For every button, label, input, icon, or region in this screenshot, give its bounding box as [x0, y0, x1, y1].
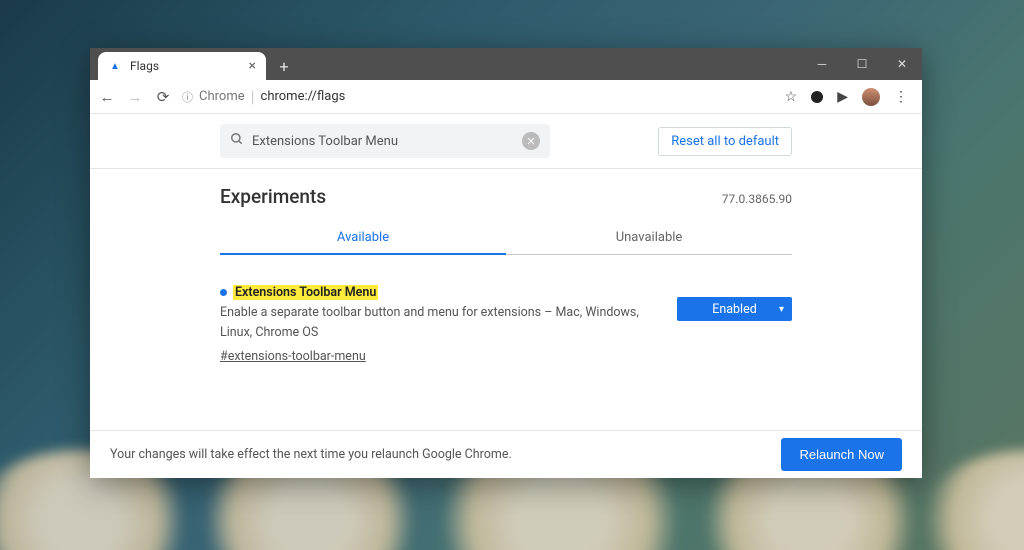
search-value: Extensions Toolbar Menu	[252, 134, 514, 149]
tab-available[interactable]: Available	[220, 222, 506, 255]
close-window-button[interactable]: ✕	[882, 48, 922, 80]
window-controls: ─ ☐ ✕	[802, 48, 922, 80]
reset-all-button[interactable]: Reset all to default	[658, 127, 792, 156]
minimize-button[interactable]: ─	[802, 48, 842, 80]
site-info-icon[interactable]: ⓘ	[182, 89, 193, 105]
flag-hash-link[interactable]: #extensions-toolbar-menu	[220, 347, 366, 367]
address-bar[interactable]: ⓘ Chrome | chrome://flags	[182, 85, 767, 109]
chrome-version: 77.0.3865.90	[722, 192, 792, 206]
search-flags-input[interactable]: Extensions Toolbar Menu ✕	[220, 124, 550, 158]
tab-title: Flags	[130, 59, 241, 73]
browser-toolbar: ← → ⟳ ⓘ Chrome | chrome://flags ☆ ▶ ⋮	[90, 80, 922, 114]
forward-button[interactable]: →	[126, 88, 144, 106]
page-title: Experiments	[220, 185, 326, 208]
profile-avatar[interactable]	[862, 88, 880, 106]
relaunch-footer: Your changes will take effect the next t…	[90, 430, 922, 478]
url-text: chrome://flags	[261, 89, 346, 104]
url-origin: Chrome	[199, 89, 245, 104]
bookmark-star-icon[interactable]: ☆	[785, 89, 798, 105]
flag-title: Extensions Toolbar Menu	[233, 285, 378, 300]
search-icon	[230, 132, 244, 150]
flag-tabs: Available Unavailable	[220, 222, 792, 255]
relaunch-button[interactable]: Relaunch Now	[781, 438, 902, 471]
play-icon[interactable]: ▶	[837, 89, 848, 105]
tab-unavailable[interactable]: Unavailable	[506, 222, 792, 255]
clear-search-icon[interactable]: ✕	[522, 132, 540, 150]
titlebar: ▲ Flags × + ─ ☐ ✕	[90, 48, 922, 80]
flag-description: Enable a separate toolbar button and men…	[220, 303, 647, 343]
close-tab-icon[interactable]: ×	[249, 58, 256, 74]
maximize-button[interactable]: ☐	[842, 48, 882, 80]
page-content: Extensions Toolbar Menu ✕ Reset all to d…	[90, 114, 922, 478]
extension-icon[interactable]	[811, 91, 823, 103]
back-button[interactable]: ←	[98, 88, 116, 106]
modified-indicator-icon	[220, 289, 227, 296]
flag-state-select[interactable]: Enabled	[677, 297, 792, 321]
flask-icon: ▲	[108, 59, 122, 73]
flag-row: Extensions Toolbar Menu Enable a separat…	[220, 283, 792, 367]
browser-tab[interactable]: ▲ Flags ×	[98, 52, 266, 80]
reload-button[interactable]: ⟳	[154, 88, 172, 106]
browser-window: ▲ Flags × + ─ ☐ ✕ ← → ⟳ ⓘ Chrome | chrom…	[90, 48, 922, 478]
new-tab-button[interactable]: +	[272, 54, 296, 78]
menu-icon[interactable]: ⋮	[894, 89, 908, 105]
footer-message: Your changes will take effect the next t…	[110, 447, 512, 462]
